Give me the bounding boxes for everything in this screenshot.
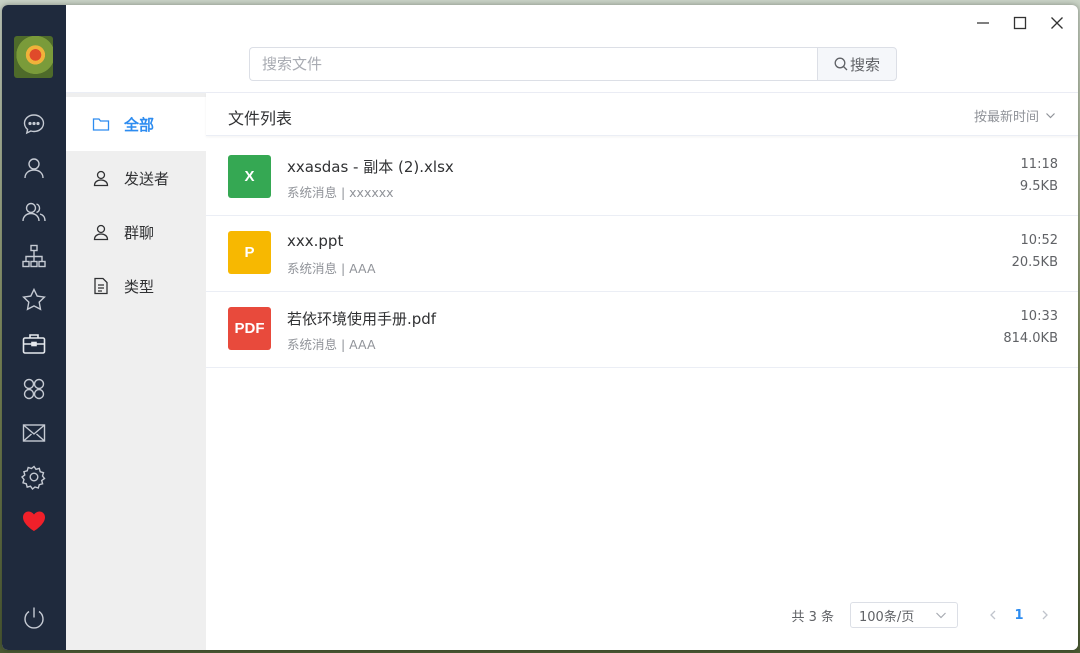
power-icon[interactable] <box>20 604 48 632</box>
category-sender[interactable]: 发送者 <box>66 151 206 205</box>
document-icon <box>92 277 110 295</box>
sort-label: 按最新时间 <box>973 110 1039 125</box>
list-title: 文件列表 <box>228 109 293 128</box>
star-icon[interactable] <box>20 286 48 314</box>
list-header: 文件列表 按最新时间 <box>206 93 1078 136</box>
file-size: 20.5KB <box>1011 255 1058 270</box>
user-icon <box>92 169 110 187</box>
page-number[interactable]: 1 <box>1006 602 1032 628</box>
excel-file-icon: X <box>228 155 271 198</box>
category-label: 全部 <box>124 115 155 134</box>
category-label: 群聊 <box>124 223 155 242</box>
category-label: 发送者 <box>124 169 170 188</box>
category-type[interactable]: 类型 <box>66 259 206 313</box>
app-window: 搜索 全部 发送者 群聊 类型 <box>2 5 1078 650</box>
powerpoint-file-icon: P <box>228 231 271 274</box>
avatar[interactable] <box>14 36 53 78</box>
heart-icon[interactable] <box>20 507 48 535</box>
chevron-left-icon <box>988 610 998 620</box>
file-size: 9.5KB <box>1019 179 1058 194</box>
page-size-select[interactable]: 100条/页 <box>850 602 958 628</box>
org-chart-icon[interactable] <box>20 242 48 270</box>
file-time: 10:52 <box>1020 233 1058 248</box>
maximize-button[interactable] <box>1003 9 1037 37</box>
sort-dropdown[interactable]: 按最新时间 <box>974 106 1056 125</box>
category-label: 类型 <box>124 277 155 296</box>
user-icon <box>92 223 110 241</box>
file-size: 814.0KB <box>1003 331 1058 346</box>
user-icon[interactable] <box>20 154 48 182</box>
prev-page-button[interactable] <box>980 602 1006 628</box>
category-sidebar: 全部 发送者 群聊 类型 <box>66 93 206 650</box>
close-button[interactable] <box>1040 9 1074 37</box>
file-name: 若依环境使用手册.pdf <box>287 310 437 328</box>
chat-icon[interactable] <box>20 110 48 138</box>
total-count: 共 3 条 <box>791 609 834 625</box>
file-meta: 系统消息 | AAA <box>287 337 376 352</box>
file-row[interactable]: P xxx.ppt 系统消息 | AAA 10:52 20.5KB <box>206 216 1078 292</box>
file-row[interactable]: PDF 若依环境使用手册.pdf 系统消息 | AAA 10:33 814.0K… <box>206 292 1078 368</box>
mail-icon[interactable] <box>20 419 48 447</box>
search-button[interactable]: 搜索 <box>817 47 897 81</box>
file-list-panel: 文件列表 按最新时间 X xxasdas - 副本 (2).xlsx 系统消息 … <box>206 93 1078 650</box>
chevron-down-icon <box>1045 110 1056 121</box>
briefcase-icon[interactable] <box>20 330 48 358</box>
file-time: 10:33 <box>1020 309 1058 324</box>
chevron-down-icon <box>935 609 947 621</box>
apps-icon[interactable] <box>20 375 48 403</box>
search-icon <box>834 57 848 71</box>
file-name: xxx.ppt <box>287 232 344 250</box>
pagination: 共 3 条 100条/页 1 <box>791 602 1058 628</box>
file-row[interactable]: X xxasdas - 副本 (2).xlsx 系统消息 | xxxxxx 11… <box>206 140 1078 216</box>
chevron-right-icon <box>1040 610 1050 620</box>
nav-rail <box>2 5 66 650</box>
next-page-button[interactable] <box>1032 602 1058 628</box>
folder-icon <box>92 115 110 133</box>
file-time: 11:18 <box>1020 157 1058 172</box>
category-group-chat[interactable]: 群聊 <box>66 205 206 259</box>
search-bar: 搜索 <box>249 47 897 81</box>
file-meta: 系统消息 | xxxxxx <box>287 185 394 200</box>
pdf-file-icon: PDF <box>228 307 271 350</box>
search-button-label: 搜索 <box>849 55 880 74</box>
users-icon[interactable] <box>20 198 48 226</box>
file-meta: 系统消息 | AAA <box>287 261 376 276</box>
minimize-button[interactable] <box>966 9 1000 37</box>
gear-icon[interactable] <box>20 463 48 491</box>
file-name: xxasdas - 副本 (2).xlsx <box>287 158 454 176</box>
page-size-value: 100条/页 <box>859 609 915 625</box>
category-all[interactable]: 全部 <box>66 97 206 151</box>
search-input[interactable] <box>249 47 817 81</box>
